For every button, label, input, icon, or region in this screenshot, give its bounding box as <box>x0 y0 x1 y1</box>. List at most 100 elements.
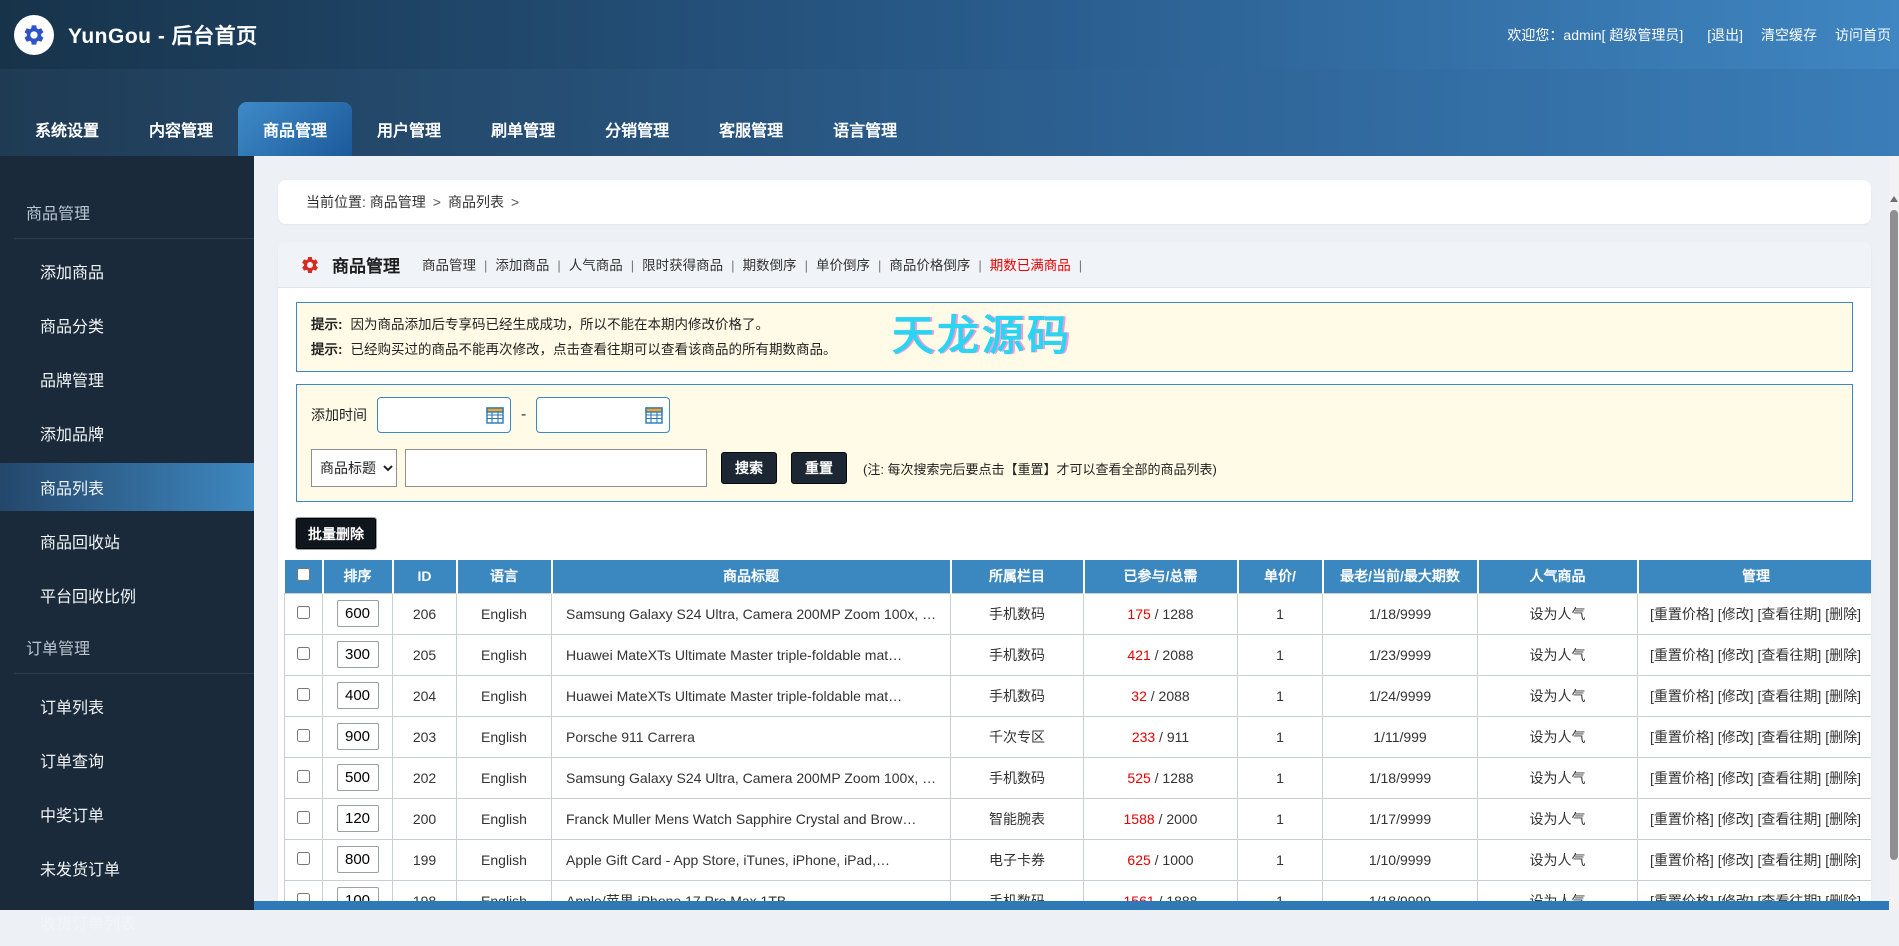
row-action-link[interactable]: [修改] <box>1718 606 1754 622</box>
sidebar-item[interactable]: 订单查询 <box>0 736 254 784</box>
row-action-link[interactable]: [重置价格] <box>1650 852 1714 868</box>
sidebar-item[interactable]: 商品分类 <box>0 301 254 349</box>
sort-input[interactable] <box>337 846 379 873</box>
row-action-link[interactable]: [删除] <box>1825 688 1861 704</box>
row-action-link[interactable]: [修改] <box>1718 811 1754 827</box>
sidebar-item[interactable]: 平台回收比例 <box>0 571 254 619</box>
panel-filter-link[interactable]: 人气商品 <box>569 258 623 273</box>
row-checkbox[interactable] <box>297 688 310 701</box>
sidebar-item[interactable]: 未发货订单 <box>0 844 254 892</box>
row-checkbox[interactable] <box>297 770 310 783</box>
sidebar-item[interactable]: 添加品牌 <box>0 409 254 457</box>
set-popular-link[interactable]: 设为人气 <box>1530 647 1586 663</box>
sidebar-section: 商品管理 <box>0 190 254 239</box>
sort-input[interactable] <box>337 682 379 709</box>
batch-delete-button[interactable]: 批量删除 <box>296 518 376 549</box>
row-action-link[interactable]: [重置价格] <box>1650 729 1714 745</box>
nav-tab[interactable]: 系统设置 <box>10 102 124 156</box>
row-action-link[interactable]: [重置价格] <box>1650 606 1714 622</box>
row-checkbox[interactable] <box>297 647 310 660</box>
row-action-link[interactable]: [查看往期] <box>1758 647 1822 663</box>
row-action-link[interactable]: [修改] <box>1718 688 1754 704</box>
nav-tab[interactable]: 刷单管理 <box>466 102 580 156</box>
breadcrumb-separator: > <box>433 194 441 210</box>
sidebar-item[interactable]: 品牌管理 <box>0 355 254 403</box>
row-checkbox[interactable] <box>297 811 310 824</box>
row-checkbox[interactable] <box>297 852 310 865</box>
set-popular-link[interactable]: 设为人气 <box>1530 606 1586 622</box>
row-action-link[interactable]: [重置价格] <box>1650 811 1714 827</box>
sidebar-item[interactable]: 添加商品 <box>0 247 254 295</box>
sort-input[interactable] <box>337 805 379 832</box>
set-popular-link[interactable]: 设为人气 <box>1530 811 1586 827</box>
nav-tab[interactable]: 商品管理 <box>238 102 352 156</box>
row-action-link[interactable]: [删除] <box>1825 606 1861 622</box>
row-action-link[interactable]: [重置价格] <box>1650 770 1714 786</box>
panel-filter-link[interactable]: 添加商品 <box>495 258 549 273</box>
row-action-link[interactable]: [查看往期] <box>1758 852 1822 868</box>
search-button[interactable]: 搜索 <box>721 452 777 484</box>
nav-tab[interactable]: 语言管理 <box>808 102 922 156</box>
row-action-link[interactable]: [修改] <box>1718 647 1754 663</box>
reset-button[interactable]: 重置 <box>791 452 847 484</box>
set-popular-link[interactable]: 设为人气 <box>1530 688 1586 704</box>
sidebar-item[interactable]: 商品回收站 <box>0 517 254 565</box>
row-action-link[interactable]: [删除] <box>1825 647 1861 663</box>
row-action-link[interactable]: [重置价格] <box>1650 688 1714 704</box>
row-checkbox[interactable] <box>297 606 310 619</box>
horizontal-scrollbar[interactable] <box>254 901 1899 910</box>
set-popular-link[interactable]: 设为人气 <box>1530 729 1586 745</box>
tip-text: 因为商品添加后专享码已经生成成功，所以不能在本期内修改价格了。 <box>351 317 770 332</box>
sort-input[interactable] <box>337 764 379 791</box>
breadcrumb-link[interactable]: 商品列表 <box>448 194 504 210</box>
sidebar-item[interactable]: 商品列表 <box>0 463 254 511</box>
row-action-link[interactable]: [查看往期] <box>1758 606 1822 622</box>
nav-tab[interactable]: 用户管理 <box>352 102 466 156</box>
select-all-checkbox[interactable] <box>297 568 310 581</box>
sidebar-item[interactable]: 订单列表 <box>0 682 254 730</box>
panel-filter-link[interactable]: 期数已满商品 <box>990 258 1071 273</box>
row-action-link[interactable]: [重置价格] <box>1650 647 1714 663</box>
sort-input[interactable] <box>337 641 379 668</box>
calendar-icon <box>486 406 504 424</box>
row-action-link[interactable]: [删除] <box>1825 729 1861 745</box>
separator: | <box>978 258 981 273</box>
panel-filter-link[interactable]: 限时获得商品 <box>642 258 723 273</box>
panel-filter-link[interactable]: 商品价格倒序 <box>889 258 970 273</box>
panel-filter-link[interactable]: 期数倒序 <box>743 258 797 273</box>
search-keyword-input[interactable] <box>405 449 707 487</box>
date-end-input[interactable] <box>536 397 670 433</box>
sort-input[interactable] <box>337 600 379 627</box>
nav-tab[interactable]: 分销管理 <box>580 102 694 156</box>
set-popular-link[interactable]: 设为人气 <box>1530 852 1586 868</box>
nav-tab[interactable]: 内容管理 <box>124 102 238 156</box>
vertical-scrollbar[interactable] <box>1889 156 1899 910</box>
clear-cache-link[interactable]: 清空缓存 <box>1761 25 1817 45</box>
sort-input[interactable] <box>337 723 379 750</box>
row-action-link[interactable]: [修改] <box>1718 729 1754 745</box>
row-action-link[interactable]: [修改] <box>1718 770 1754 786</box>
panel-filter-link[interactable]: 商品管理 <box>422 258 476 273</box>
row-action-link[interactable]: [删除] <box>1825 852 1861 868</box>
row-action-link[interactable]: [查看往期] <box>1758 729 1822 745</box>
date-start-input[interactable] <box>377 397 511 433</box>
panel-filter-link[interactable]: 单价倒序 <box>816 258 870 273</box>
set-popular-link[interactable]: 设为人气 <box>1530 770 1586 786</box>
row-action-link[interactable]: [查看往期] <box>1758 770 1822 786</box>
scrollbar-thumb[interactable] <box>1890 210 1898 860</box>
row-action-link[interactable]: [删除] <box>1825 811 1861 827</box>
search-field-select[interactable]: 商品标题 <box>311 449 397 487</box>
nav-tab[interactable]: 客服管理 <box>694 102 808 156</box>
row-action-link[interactable]: [修改] <box>1718 852 1754 868</box>
row-action-link[interactable]: [查看往期] <box>1758 688 1822 704</box>
row-checkbox[interactable] <box>297 729 310 742</box>
row-action-link[interactable]: [查看往期] <box>1758 811 1822 827</box>
sidebar-item[interactable]: 收货订单列表 <box>0 898 254 946</box>
scroll-up-arrow[interactable] <box>1890 196 1898 202</box>
visit-home-link[interactable]: 访问首页 <box>1835 25 1891 45</box>
row-action-link[interactable]: [删除] <box>1825 770 1861 786</box>
breadcrumb-link[interactable]: 商品管理 <box>370 194 426 210</box>
breadcrumb-separator: > <box>511 194 519 210</box>
logout-link[interactable]: [退出] <box>1707 25 1743 45</box>
sidebar-item[interactable]: 中奖订单 <box>0 790 254 838</box>
